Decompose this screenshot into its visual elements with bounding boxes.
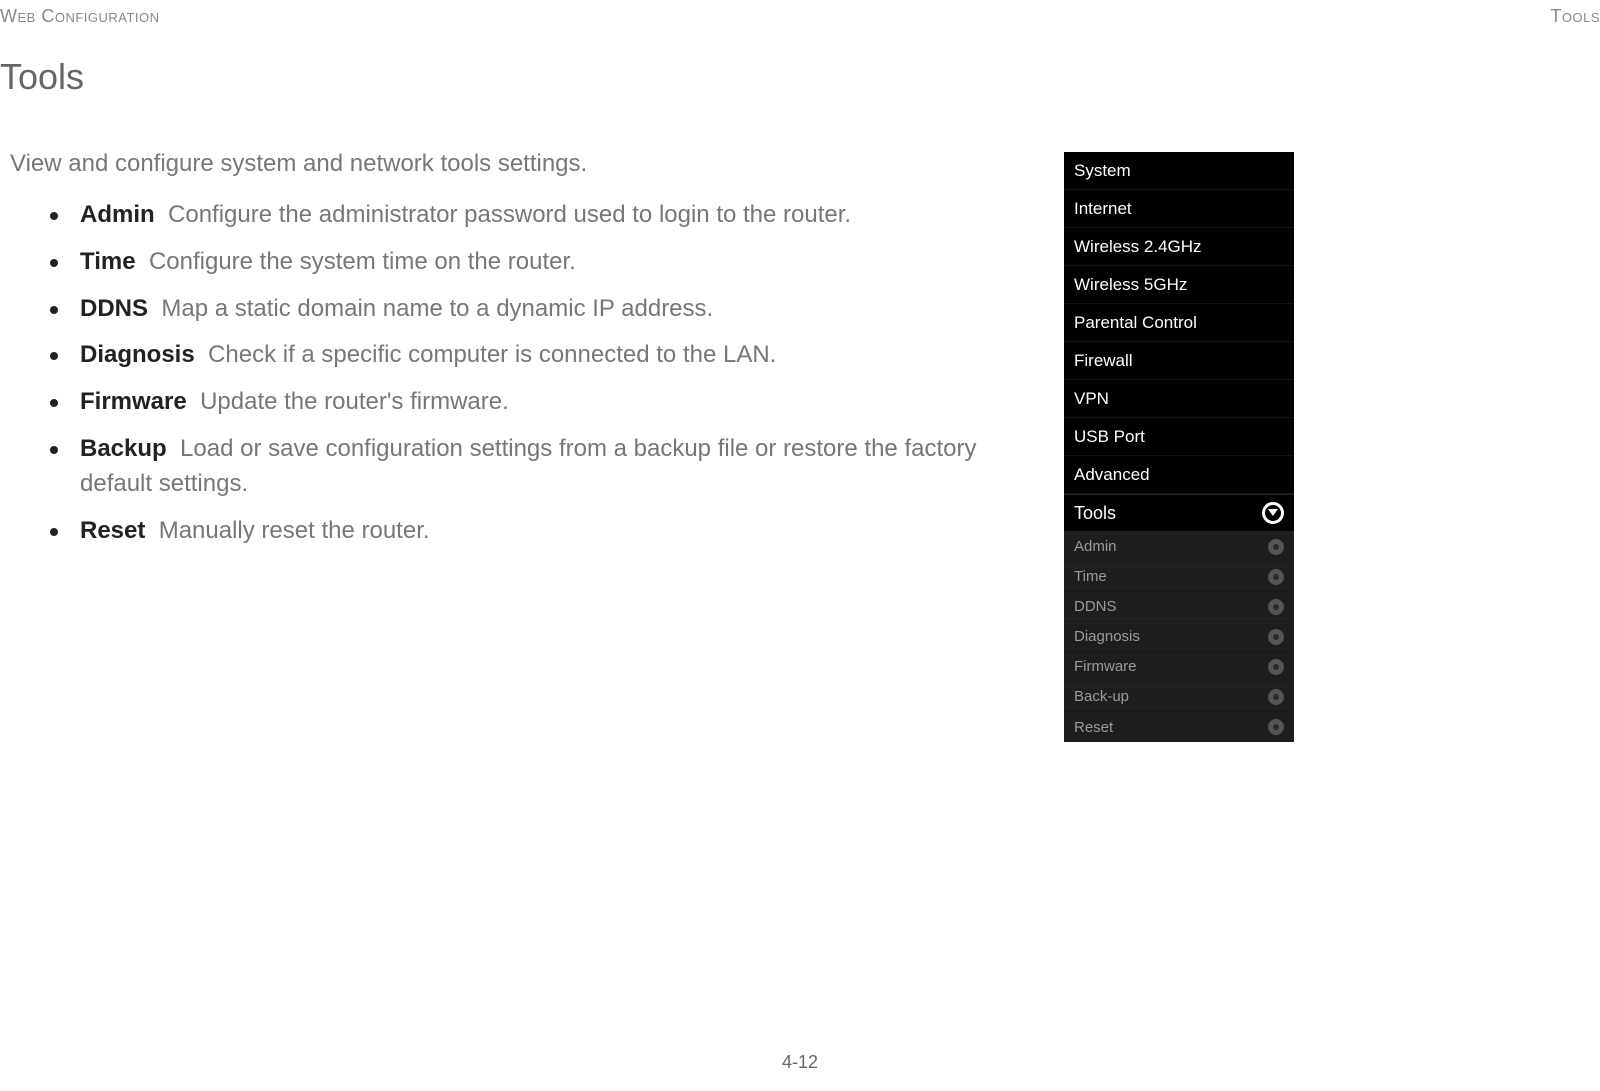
dot-icon — [1268, 539, 1284, 555]
dot-icon — [1268, 659, 1284, 675]
sidebar-subitem-ddns[interactable]: DDNS — [1064, 592, 1294, 622]
bullet-label: Reset — [80, 517, 145, 544]
sidebar-item-wireless-5[interactable]: Wireless 5GHz — [1064, 266, 1294, 304]
bullet-label: Backup — [80, 435, 167, 462]
bullet-desc: Map a static domain name to a dynamic IP… — [161, 295, 713, 322]
sidebar-subitem-backup[interactable]: Back-up — [1064, 682, 1294, 712]
page-title: Tools — [0, 56, 84, 98]
list-item: DDNS Map a static domain name to a dynam… — [50, 292, 1030, 327]
list-item: Diagnosis Check if a specific computer i… — [50, 338, 1030, 373]
sidebar-menu: System Internet Wireless 2.4GHz Wireless… — [1064, 152, 1294, 742]
bullet-label: Firmware — [80, 388, 187, 415]
bullet-label: Admin — [80, 201, 155, 228]
sidebar-item-advanced[interactable]: Advanced — [1064, 456, 1294, 494]
sidebar-subitem-reset[interactable]: Reset — [1064, 712, 1294, 742]
bullet-label: DDNS — [80, 295, 148, 322]
bullet-desc: Configure the system time on the router. — [149, 248, 576, 275]
sidebar-subitem-admin[interactable]: Admin — [1064, 532, 1294, 562]
list-item: Time Configure the system time on the ro… — [50, 245, 1030, 280]
sidebar-subitem-diagnosis[interactable]: Diagnosis — [1064, 622, 1294, 652]
bullet-label: Time — [80, 248, 136, 275]
bullet-list: Admin Configure the administrator passwo… — [50, 186, 1030, 548]
bullet-desc: Configure the administrator password use… — [168, 201, 851, 228]
list-item: Reset Manually reset the router. — [50, 514, 1030, 549]
chevron-down-icon — [1262, 502, 1284, 524]
bullet-desc: Update the router's firmware. — [200, 388, 509, 415]
bullet-icon — [50, 399, 58, 407]
sidebar-item-firewall[interactable]: Firewall — [1064, 342, 1294, 380]
sidebar-item-vpn[interactable]: VPN — [1064, 380, 1294, 418]
sidebar-item-parental[interactable]: Parental Control — [1064, 304, 1294, 342]
dot-icon — [1268, 629, 1284, 645]
sidebar-item-system[interactable]: System — [1064, 152, 1294, 190]
list-item: Firmware Update the router's firmware. — [50, 385, 1030, 420]
dot-icon — [1268, 599, 1284, 615]
list-item: Backup Load or save configuration settin… — [50, 432, 1030, 502]
sidebar-item-tools[interactable]: Tools — [1064, 494, 1294, 532]
sidebar-item-wireless-24[interactable]: Wireless 2.4GHz — [1064, 228, 1294, 266]
bullet-desc: Load or save configuration settings from… — [80, 435, 976, 497]
bullet-icon — [50, 212, 58, 220]
sidebar-subitem-firmware[interactable]: Firmware — [1064, 652, 1294, 682]
intro-text: View and configure system and network to… — [10, 150, 587, 178]
sidebar-subitem-time[interactable]: Time — [1064, 562, 1294, 592]
sidebar-item-internet[interactable]: Internet — [1064, 190, 1294, 228]
bullet-icon — [50, 306, 58, 314]
dot-icon — [1268, 719, 1284, 735]
bullet-icon — [50, 259, 58, 267]
header-left: Web Configuration — [0, 6, 160, 27]
bullet-icon — [50, 352, 58, 360]
header-right: Tools — [1550, 6, 1600, 27]
dot-icon — [1268, 689, 1284, 705]
bullet-icon — [50, 528, 58, 536]
list-item: Admin Configure the administrator passwo… — [50, 198, 1030, 233]
bullet-desc: Check if a specific computer is connecte… — [208, 341, 776, 368]
sidebar-item-usb[interactable]: USB Port — [1064, 418, 1294, 456]
bullet-icon — [50, 446, 58, 454]
bullet-label: Diagnosis — [80, 341, 195, 368]
bullet-desc: Manually reset the router. — [159, 517, 430, 544]
page-number: 4-12 — [782, 1052, 818, 1073]
dot-icon — [1268, 569, 1284, 585]
